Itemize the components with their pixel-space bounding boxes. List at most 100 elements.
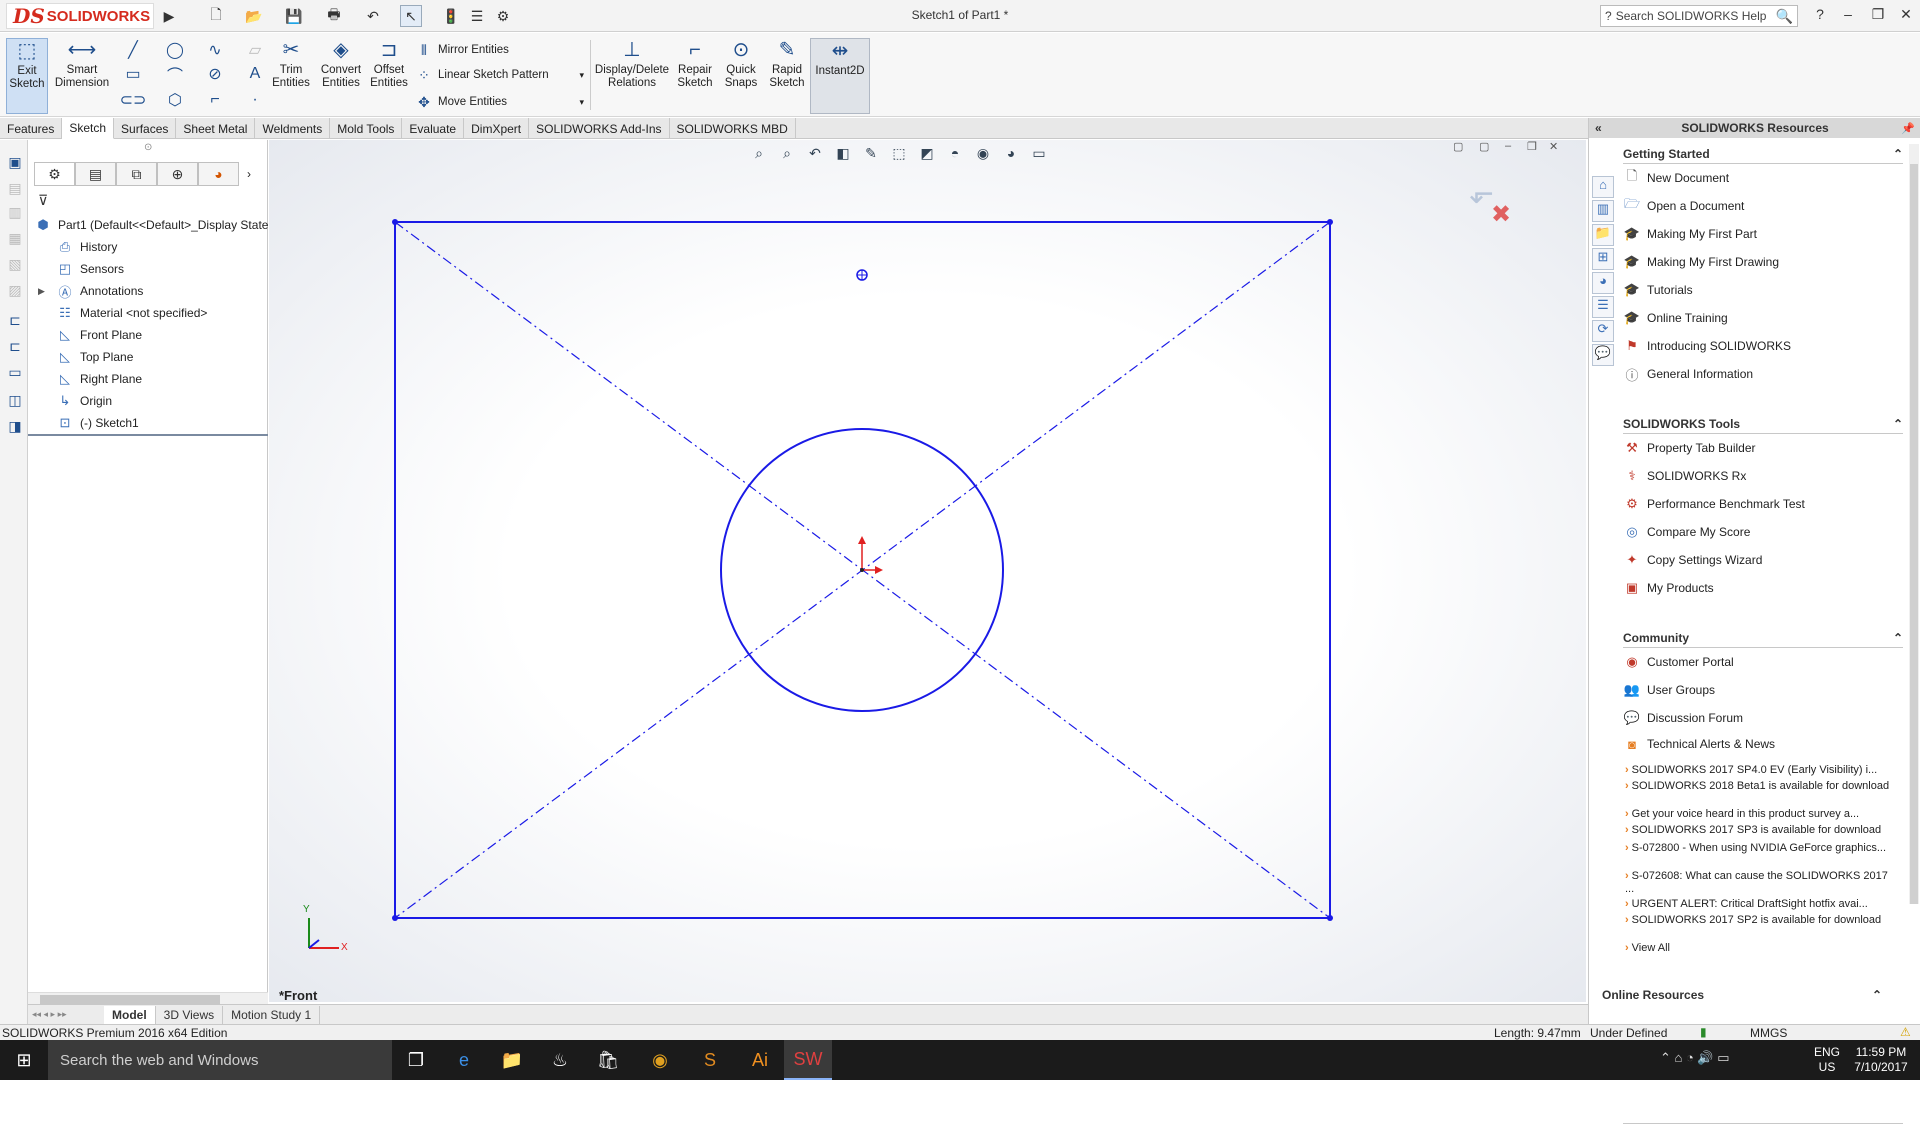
link-introducing[interactable]: ⚑ Introducing SOLIDWORKS — [1623, 336, 1791, 356]
tree-item-material[interactable]: ☷ Material <not specified> — [56, 302, 207, 324]
link-customer-portal[interactable]: ◉ Customer Portal — [1623, 652, 1733, 672]
sketch-chamfer-icon[interactable]: ⊏ — [4, 338, 26, 360]
search-icon[interactable]: 🔍 — [1776, 8, 1793, 25]
display-icon[interactable]: ▭ — [4, 364, 26, 386]
viewport-minimize-icon[interactable]: – — [1505, 140, 1523, 158]
expand-menu-icon[interactable]: ▶ — [158, 5, 180, 27]
arc-icon[interactable]: ⌒ — [160, 64, 190, 85]
news-item[interactable]: SOLIDWORKS 2017 SP4.0 EV (Early Visibili… — [1625, 764, 1895, 777]
file-properties-icon[interactable]: ☰ — [466, 5, 488, 27]
windows-start-icon[interactable]: ⊞ — [0, 1040, 48, 1080]
scrollbar-thumb[interactable] — [40, 995, 220, 1004]
confirmation-corner[interactable]: ⬐ ✖ — [1469, 176, 1519, 229]
linear-pattern-button[interactable]: ⁘ Linear Sketch Pattern ▾ — [414, 65, 584, 85]
dimxpert-tab-icon[interactable]: ⊕ — [157, 162, 198, 186]
tree-item-sketch1[interactable]: ⊡ (-) Sketch1 — [56, 412, 139, 434]
tree-item-front-plane[interactable]: ◺ Front Plane — [56, 324, 142, 346]
trim-entities-button[interactable]: ✂ Trim Entities — [270, 38, 312, 114]
tab-surfaces[interactable]: Surfaces — [114, 118, 177, 139]
news-item[interactable]: Get your voice heard in this product sur… — [1625, 808, 1895, 821]
illustrator-icon[interactable]: Ai — [736, 1040, 784, 1080]
tab-dimxpert[interactable]: DimXpert — [464, 118, 530, 139]
tab-sketch[interactable]: Sketch — [62, 118, 115, 139]
tab-addins[interactable]: SOLIDWORKS Add-Ins — [529, 118, 670, 139]
section-solidworks-tools[interactable]: SOLIDWORKS Tools ⌃ — [1623, 414, 1903, 434]
circle-icon[interactable]: ◯ — [160, 40, 190, 60]
surface-icon[interactable]: ▱ — [240, 40, 270, 60]
chevron-up-icon[interactable]: ⌃ — [1893, 147, 1903, 161]
news-item[interactable]: URGENT ALERT: Critical DraftSight hotfix… — [1625, 898, 1895, 911]
tab-sheet-metal[interactable]: Sheet Metal — [176, 118, 256, 139]
cancel-sketch-corner-icon[interactable]: ✖ — [1491, 200, 1511, 229]
new-document-icon[interactable]: 🗋 — [205, 5, 227, 27]
sweep-icon[interactable]: ▧ — [4, 256, 26, 278]
link-property-tab-builder[interactable]: ⚒ Property Tab Builder — [1623, 438, 1755, 458]
save-icon[interactable]: 💾 — [283, 5, 305, 27]
featuremanager-tab-icon[interactable]: ⚙ — [34, 162, 75, 186]
solidworks-logo[interactable]: DS SOLIDWORKS — [6, 3, 154, 29]
viewport-tile-icon[interactable]: ▢ — [1453, 140, 1471, 158]
news-item[interactable]: SOLIDWORKS 2017 SP2 is available for dow… — [1625, 914, 1895, 927]
fillet-icon[interactable]: ⊘ — [200, 64, 230, 84]
rollback-bar[interactable] — [28, 434, 268, 436]
print-icon[interactable]: 🖶 — [323, 5, 345, 27]
link-user-groups[interactable]: 👥 User Groups — [1623, 680, 1715, 700]
exit-sketch-button[interactable]: ⬚ Exit Sketch — [6, 38, 48, 114]
tab-scroll-arrows[interactable]: ◂◂ ◂ ▸ ▸▸ — [28, 1006, 104, 1024]
tree-item-top-plane[interactable]: ◺ Top Plane — [56, 346, 133, 368]
appearances-icon[interactable]: ◕ — [1592, 272, 1614, 294]
minimize-icon[interactable]: – — [1836, 6, 1860, 26]
news-item[interactable]: SOLIDWORKS 2018 Beta1 is available for d… — [1625, 780, 1895, 793]
apply-scene-icon[interactable]: ◕ — [1000, 145, 1022, 165]
link-tutorials[interactable]: 🎓 Tutorials — [1623, 280, 1693, 300]
link-technical-alerts[interactable]: ◙ Technical Alerts & News — [1623, 734, 1775, 754]
display-style-icon[interactable]: ◩ — [916, 145, 938, 165]
tab-model[interactable]: Model — [104, 1005, 156, 1024]
system-tray-icons[interactable]: ⌃ ⌂ ◔ 🔊 ▭ — [1660, 1050, 1730, 1066]
news-item[interactable]: SOLIDWORKS 2017 SP3 is available for dow… — [1625, 824, 1895, 837]
slot-icon[interactable]: ⊂⊃ — [118, 90, 148, 110]
section-community[interactable]: Community ⌃ — [1623, 628, 1903, 648]
smart-dimension-button[interactable]: ⟷ Smart Dimension — [52, 38, 112, 114]
dynamic-annotation-icon[interactable]: ✎ — [860, 145, 882, 165]
view-settings-icon[interactable]: ▭ — [1028, 145, 1050, 165]
link-first-drawing[interactable]: 🎓 Making My First Drawing — [1623, 252, 1779, 272]
section-view-icon[interactable]: ◨ — [4, 418, 26, 440]
view-orientation-icon[interactable]: ◫ — [4, 392, 26, 414]
viewport-close-icon[interactable]: ✕ — [1549, 140, 1567, 158]
help-menu-icon[interactable]: ? — [1808, 6, 1832, 26]
link-solidworks-rx[interactable]: ⚕ SOLIDWORKS Rx — [1623, 466, 1746, 486]
viewport-restore-icon[interactable]: ❐ — [1527, 140, 1545, 158]
link-open-document[interactable]: 🗁 Open a Document — [1623, 196, 1744, 216]
tree-item-origin[interactable]: ↳ Origin — [56, 390, 112, 412]
view-palette-icon[interactable]: ⊞ — [1592, 248, 1614, 270]
file-explorer-icon[interactable]: 📁 — [488, 1040, 536, 1080]
steam-icon[interactable]: ♨ — [536, 1040, 584, 1080]
sketch-canvas[interactable] — [269, 140, 1586, 1002]
unit-system[interactable]: MMGS — [1750, 1026, 1787, 1040]
view-all-link[interactable]: View All — [1625, 942, 1895, 955]
section-getting-started[interactable]: Getting Started ⌃ — [1623, 144, 1903, 164]
quick-snaps-button[interactable]: ⊙ Quick Snaps — [720, 38, 762, 114]
zoom-to-area-icon[interactable]: ⌕ — [776, 145, 798, 165]
section-view-icon[interactable]: ◧ — [832, 145, 854, 165]
tab-mold-tools[interactable]: Mold Tools — [330, 118, 403, 139]
line-icon[interactable]: ╱ — [118, 40, 148, 60]
options-gear-icon[interactable]: ⚙ — [492, 5, 514, 27]
link-online-training[interactable]: 🎓 Online Training — [1623, 308, 1728, 328]
input-language[interactable]: ENG US — [1814, 1045, 1840, 1075]
vertex-point[interactable] — [1327, 219, 1333, 225]
collapse-pane-icon[interactable]: « — [1595, 121, 1602, 135]
vertex-point[interactable] — [392, 219, 398, 225]
edit-appearance-icon[interactable]: ◉ — [972, 145, 994, 165]
chevron-up-icon[interactable]: ⌃ — [1872, 988, 1882, 1002]
chevron-right-icon[interactable]: › — [239, 162, 259, 186]
text-icon[interactable]: A — [240, 64, 270, 84]
tree-item-sensors[interactable]: ◰ Sensors — [56, 258, 124, 280]
link-compare-score[interactable]: ◎ Compare My Score — [1623, 522, 1750, 542]
taskbar-search[interactable]: Search the web and Windows — [48, 1040, 392, 1080]
mirror-entities-button[interactable]: ⫴ Mirror Entities — [414, 40, 509, 60]
design-library-icon[interactable]: ▥ — [1592, 200, 1614, 222]
rectangle-icon[interactable]: ▭ — [118, 64, 148, 84]
resources-home-icon[interactable]: ⌂ — [1592, 176, 1614, 198]
